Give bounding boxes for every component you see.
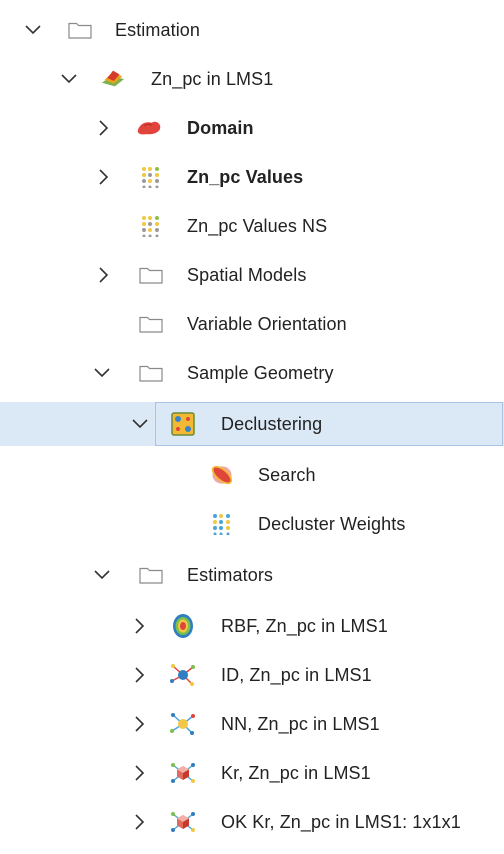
rbf-estimator-icon (170, 604, 196, 648)
chevron-down-icon[interactable] (24, 8, 42, 52)
tree-item-label: OK Kr, Zn_pc in LMS1: 1x1x1 (221, 811, 461, 832)
tree-item-label: Decluster Weights (258, 513, 406, 534)
tree-item-label: Spatial Models (187, 264, 307, 285)
chevron-right-icon[interactable] (131, 653, 149, 697)
tree-item-label: NN, Zn_pc in LMS1 (221, 713, 380, 734)
tree-item-zn-pc-in-lms1[interactable]: Zn_pc in LMS1 (0, 57, 504, 101)
tree-item-label: Domain (187, 117, 254, 138)
tree-item-label: Zn_pc Values (187, 166, 304, 187)
tree-item-label: Search (258, 464, 316, 485)
folder-icon (138, 351, 164, 395)
tree-item-estimators[interactable]: Estimators (0, 553, 504, 597)
tree-item-kr[interactable]: Kr, Zn_pc in LMS1 (0, 751, 504, 795)
kriging-estimator-icon (170, 800, 196, 844)
tree-item-label: RBF, Zn_pc in LMS1 (221, 615, 388, 636)
chevron-right-icon[interactable] (131, 800, 149, 844)
tree-item-zn-pc-values[interactable]: Zn_pc Values (0, 155, 504, 199)
domain-solid-icon (136, 106, 162, 150)
tree-item-label: Estimators (187, 564, 274, 585)
id-estimator-icon (170, 653, 196, 697)
tree-item-label: Zn_pc Values NS (187, 215, 328, 236)
tree-item-label: Zn_pc in LMS1 (151, 68, 274, 89)
tree-item-label: Sample Geometry (187, 362, 334, 383)
chevron-right-icon[interactable] (95, 155, 113, 199)
tree-item-rbf[interactable]: RBF, Zn_pc in LMS1 (0, 604, 504, 648)
tree-item-label: Declustering (221, 413, 323, 434)
folder-icon (67, 8, 93, 52)
tree-item-search[interactable]: Search (0, 453, 504, 497)
nn-estimator-icon (170, 702, 196, 746)
chevron-right-icon[interactable] (95, 253, 113, 297)
tree-item-estimation[interactable]: Estimation (0, 8, 504, 52)
folder-icon (138, 553, 164, 597)
tree-item-decluster-weights[interactable]: Decluster Weights (0, 502, 504, 546)
tree-item-label: Variable Orientation (187, 313, 347, 334)
tree-item-sample-geometry[interactable]: Sample Geometry (0, 351, 504, 395)
points-icon (209, 502, 235, 546)
chevron-down-icon[interactable] (60, 57, 78, 101)
chevron-right-icon[interactable] (95, 106, 113, 150)
tree-item-ok-kr[interactable]: OK Kr, Zn_pc in LMS1: 1x1x1 (0, 800, 504, 844)
folder-icon (138, 302, 164, 346)
chevron-right-icon[interactable] (131, 702, 149, 746)
declustering-icon (170, 402, 196, 446)
search-ellipsoid-icon (209, 453, 235, 497)
tree-item-declustering[interactable]: Declustering (0, 402, 504, 446)
domained-estimation-icon (100, 57, 126, 101)
chevron-right-icon[interactable] (131, 751, 149, 795)
tree-item-spatial-models[interactable]: Spatial Models (0, 253, 504, 297)
chevron-right-icon[interactable] (131, 604, 149, 648)
chevron-down-icon[interactable] (131, 402, 149, 446)
tree-item-label: Estimation (115, 19, 201, 40)
tree-item-nn[interactable]: NN, Zn_pc in LMS1 (0, 702, 504, 746)
tree-item-id[interactable]: ID, Zn_pc in LMS1 (0, 653, 504, 697)
tree-item-label: Kr, Zn_pc in LMS1 (221, 762, 371, 783)
points-icon (138, 204, 164, 248)
kriging-estimator-icon (170, 751, 196, 795)
chevron-down-icon[interactable] (93, 351, 111, 395)
selection-outline (155, 402, 503, 446)
tree-item-label: ID, Zn_pc in LMS1 (221, 664, 372, 685)
tree-item-variable-orientation[interactable]: Variable Orientation (0, 302, 504, 346)
points-icon (138, 155, 164, 199)
tree-item-zn-pc-values-ns[interactable]: Zn_pc Values NS (0, 204, 504, 248)
tree-item-domain[interactable]: Domain (0, 106, 504, 150)
folder-icon (138, 253, 164, 297)
chevron-down-icon[interactable] (93, 553, 111, 597)
